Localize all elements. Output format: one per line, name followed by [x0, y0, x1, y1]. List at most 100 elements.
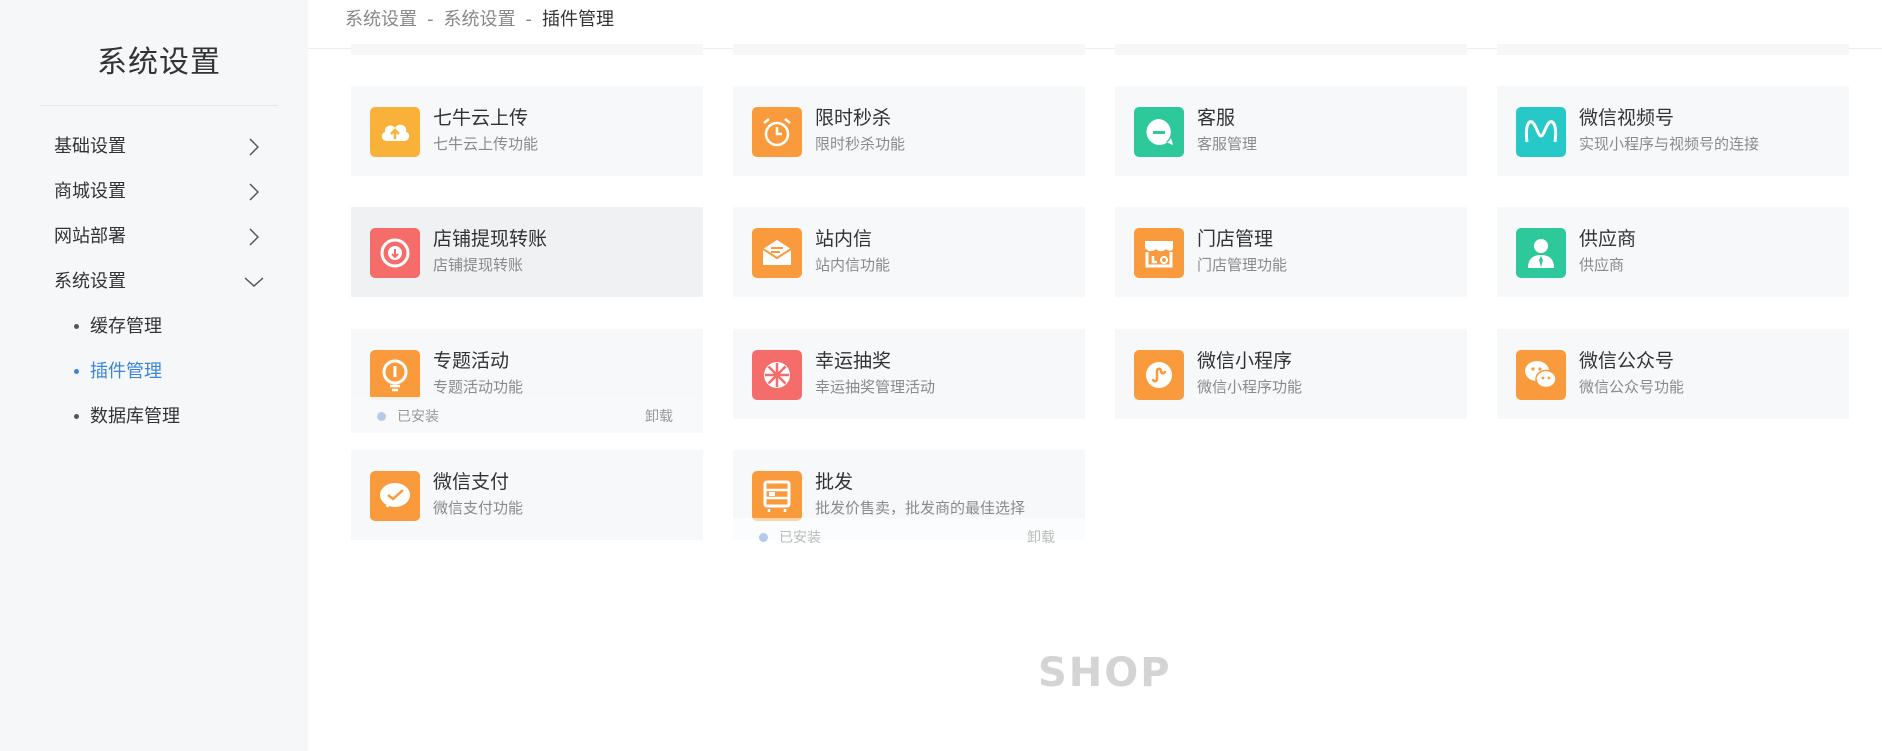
status-dot	[759, 533, 768, 542]
plugin-card-partial[interactable]	[1497, 44, 1849, 55]
plugin-name: 限时秒杀	[815, 107, 892, 129]
wechat-pay-icon	[370, 471, 420, 521]
bullet-dot	[74, 369, 79, 374]
cloud-upload-icon	[370, 107, 420, 157]
sidebar-subitem-cache[interactable]: 缓存管理	[0, 304, 308, 349]
uninstall-button[interactable]: 卸载	[645, 406, 673, 426]
chevron-right-icon	[244, 169, 264, 214]
plugin-name: 专题活动	[433, 350, 510, 372]
plugin-card-partial[interactable]	[1115, 44, 1467, 55]
bullet-dot	[74, 324, 79, 329]
breadcrumb-current: 插件管理	[542, 9, 614, 30]
plugin-card-customer-service[interactable]: 客服 客服管理	[1115, 86, 1467, 176]
plugin-name: 供应商	[1579, 228, 1637, 250]
installed-label: 已安装	[779, 530, 821, 546]
sidebar-subitem-database[interactable]: 数据库管理	[0, 394, 308, 439]
prize-wheel-icon	[752, 350, 802, 400]
alarm-clock-icon	[752, 107, 802, 157]
plugin-card-partial[interactable]	[733, 44, 1085, 55]
bullet-dot	[74, 414, 79, 419]
store-icon	[1134, 228, 1184, 278]
plugin-desc: 专题活动功能	[433, 378, 524, 396]
chevron-right-icon	[244, 124, 264, 169]
breadcrumb-item[interactable]: 系统设置	[345, 9, 417, 30]
plugin-card-partial[interactable]	[351, 44, 703, 55]
chat-bubble-icon	[1134, 107, 1184, 157]
plugin-desc: 供应商	[1579, 256, 1625, 274]
sidebar-subitem-label: 插件管理	[90, 361, 162, 382]
plugin-name: 七牛云上传	[433, 107, 529, 129]
shop-watermark: SHOP	[1038, 650, 1172, 696]
plugin-name: 微信小程序	[1197, 350, 1293, 372]
plugin-desc: 限时秒杀功能	[815, 135, 906, 153]
plugin-status-bar: 已安装 卸载	[351, 397, 703, 433]
installed-label: 已安装	[397, 409, 439, 425]
plugin-desc: 微信支付功能	[433, 499, 524, 517]
plugin-card-supplier[interactable]: 供应商 供应商	[1497, 207, 1849, 297]
plugin-card-wechat-channels[interactable]: 微信视频号 实现小程序与视频号的连接	[1497, 86, 1849, 176]
chevron-down-icon	[244, 259, 264, 304]
breadcrumb-separator: -	[427, 9, 434, 30]
chevron-right-icon	[244, 214, 264, 259]
sidebar-item-site-deploy[interactable]: 网站部署	[0, 214, 308, 259]
plugin-desc: 七牛云上传功能	[433, 135, 539, 153]
sidebar-item-system-settings[interactable]: 系统设置	[0, 259, 308, 304]
plugin-desc: 实现小程序与视频号的连接	[1579, 135, 1760, 153]
plugin-name: 批发	[815, 471, 854, 493]
top-bar: 系统设置 - 系统设置 - 插件管理	[308, 0, 1882, 49]
sidebar-item-basic-settings[interactable]: 基础设置	[0, 124, 308, 169]
plugin-card-site-message[interactable]: 站内信 站内信功能	[733, 207, 1085, 297]
breadcrumb-separator: -	[525, 9, 533, 30]
sidebar-divider	[40, 105, 278, 106]
lightbulb-icon	[370, 350, 420, 400]
supplier-icon	[1516, 228, 1566, 278]
plugin-desc: 站内信功能	[815, 256, 891, 274]
sidebar-subitem-plugins[interactable]: 插件管理	[0, 349, 308, 394]
plugin-desc: 店铺提现转账	[433, 256, 524, 274]
sidebar: 系统设置 基础设置 商城设置 网站部署 系统设置 缓存管理 插件管理 数据库管理	[0, 0, 308, 751]
uninstall-button[interactable]: 卸载	[1027, 527, 1055, 547]
plugin-card-qiniu-upload[interactable]: 七牛云上传 七牛云上传功能	[351, 86, 703, 176]
plugin-desc: 幸运抽奖管理活动	[815, 378, 936, 396]
plugin-card-flash-sale[interactable]: 限时秒杀 限时秒杀功能	[733, 86, 1085, 176]
wechat-icon	[1516, 350, 1566, 400]
plugin-name: 站内信	[815, 228, 873, 250]
sidebar-item-label: 网站部署	[54, 226, 126, 247]
plugin-name: 微信公众号	[1579, 350, 1675, 372]
plugin-desc: 微信小程序功能	[1197, 378, 1303, 396]
mini-program-icon	[1134, 350, 1184, 400]
plugin-card-lucky-draw[interactable]: 幸运抽奖 幸运抽奖管理活动	[733, 329, 1085, 419]
plugin-card-mini-program[interactable]: 微信小程序 微信小程序功能	[1115, 329, 1467, 419]
sidebar-item-label: 商城设置	[54, 181, 126, 202]
withdraw-icon	[370, 228, 420, 278]
sidebar-nav: 基础设置 商城设置 网站部署 系统设置 缓存管理 插件管理 数据库管理	[0, 124, 308, 439]
plugin-status-bar: 已安装 卸载	[733, 518, 1085, 554]
plugin-name: 微信支付	[433, 471, 510, 493]
plugin-card-store-management[interactable]: 门店管理 门店管理功能	[1115, 207, 1467, 297]
breadcrumb: 系统设置 - 系统设置 - 插件管理	[345, 0, 614, 40]
plugin-card-topic-activity[interactable]: 专题活动 专题活动功能 已安装 卸载	[351, 329, 703, 433]
plugin-name: 门店管理	[1197, 228, 1274, 250]
plugin-card-store-withdraw[interactable]: 店铺提现转账 店铺提现转账	[351, 207, 703, 297]
plugin-card-wholesale[interactable]: 批发 批发价售卖，批发商的最佳选择 已安装 卸载	[733, 450, 1085, 554]
plugin-name: 店铺提现转账	[433, 228, 548, 250]
sidebar-subitem-label: 缓存管理	[90, 316, 162, 337]
plugin-name: 幸运抽奖	[815, 350, 892, 372]
sidebar-title: 系统设置	[97, 45, 221, 80]
breadcrumb-item[interactable]: 系统设置	[444, 9, 516, 30]
sidebar-item-label: 系统设置	[54, 271, 126, 292]
plugin-desc: 批发价售卖，批发商的最佳选择	[815, 499, 1026, 517]
plugin-card-official-account[interactable]: 微信公众号 微信公众号功能	[1497, 329, 1849, 419]
plugin-desc: 客服管理	[1197, 135, 1258, 153]
plugin-desc: 微信公众号功能	[1579, 378, 1685, 396]
wholesale-icon	[752, 471, 802, 521]
sidebar-subitem-label: 数据库管理	[90, 406, 180, 427]
sidebar-item-mall-settings[interactable]: 商城设置	[0, 169, 308, 214]
plugin-name: 客服	[1197, 107, 1236, 129]
status-dot	[377, 412, 386, 421]
plugin-desc: 门店管理功能	[1197, 256, 1288, 274]
video-channel-icon	[1516, 107, 1566, 157]
plugin-name: 微信视频号	[1579, 107, 1675, 129]
mail-icon	[752, 228, 802, 278]
plugin-card-wechat-pay[interactable]: 微信支付 微信支付功能	[351, 450, 703, 540]
